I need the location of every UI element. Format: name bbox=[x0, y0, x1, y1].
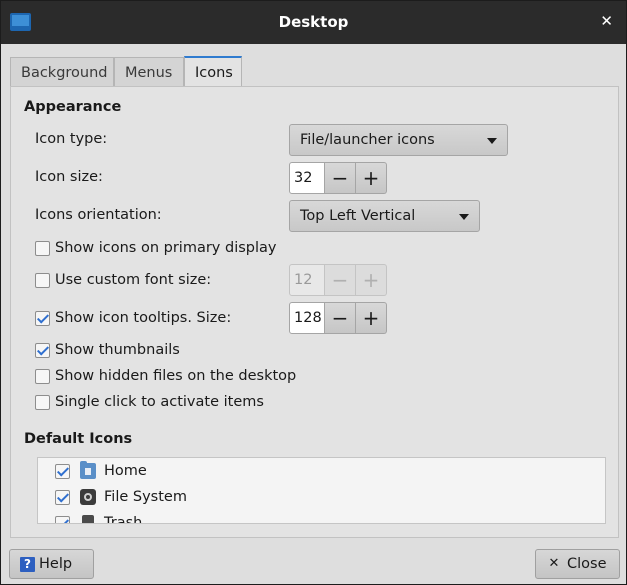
orientation-select[interactable]: Top Left Vertical bbox=[289, 200, 480, 232]
close-icon: ✕ bbox=[548, 556, 560, 571]
drive-icon bbox=[80, 489, 96, 505]
font-size-stepper: 12 − + bbox=[289, 264, 387, 296]
thumbnails-label: Show thumbnails bbox=[55, 342, 180, 358]
orientation-value: Top Left Vertical bbox=[300, 208, 416, 224]
home-checkbox[interactable] bbox=[55, 463, 70, 479]
thumbnails-checkbox[interactable] bbox=[35, 342, 50, 358]
chevron-down-icon bbox=[487, 138, 497, 144]
single-click-label: Single click to activate items bbox=[55, 394, 264, 410]
tooltips-label: Show icon tooltips. Size: bbox=[55, 310, 232, 326]
thumbnails-checkbox-row[interactable]: Show thumbnails bbox=[35, 341, 180, 359]
minus-icon: − bbox=[331, 306, 349, 330]
tooltips-checkbox-row[interactable]: Show icon tooltips. Size: bbox=[35, 309, 231, 327]
custom-font-label: Use custom font size: bbox=[55, 272, 212, 288]
tab-menus[interactable]: Menus bbox=[114, 57, 184, 87]
list-item-home[interactable]: Home bbox=[55, 460, 147, 482]
icon-type-value: File/launcher icons bbox=[300, 132, 435, 148]
list-item-trash[interactable]: Trash bbox=[55, 512, 143, 524]
icons-tab-panel: Appearance Icon type: File/launcher icon… bbox=[10, 86, 619, 538]
single-click-checkbox[interactable] bbox=[35, 394, 50, 410]
tooltips-checkbox[interactable] bbox=[35, 310, 50, 326]
default-icons-heading: Default Icons bbox=[24, 431, 133, 447]
icon-size-input[interactable]: 32 bbox=[289, 162, 325, 194]
font-size-decrement-button: − bbox=[325, 264, 356, 296]
help-button[interactable]: ? Help bbox=[9, 549, 94, 579]
hidden-files-checkbox[interactable] bbox=[35, 368, 50, 384]
icon-size-label: Icon size: bbox=[35, 169, 103, 185]
minus-icon: − bbox=[331, 166, 349, 190]
tab-icons[interactable]: Icons bbox=[184, 56, 242, 88]
close-button[interactable]: ✕ Close bbox=[535, 549, 620, 579]
window-close-icon[interactable]: ✕ bbox=[600, 12, 613, 30]
plus-icon: + bbox=[362, 268, 380, 292]
home-label: Home bbox=[104, 463, 147, 479]
plus-icon: + bbox=[362, 166, 380, 190]
hidden-files-checkbox-row[interactable]: Show hidden files on the desktop bbox=[35, 367, 296, 385]
file-system-label: File System bbox=[104, 489, 187, 505]
help-icon: ? bbox=[20, 556, 35, 572]
close-button-label: Close bbox=[567, 556, 607, 572]
tab-background[interactable]: Background bbox=[10, 57, 114, 87]
trash-label: Trash bbox=[104, 515, 143, 524]
font-size-increment-button: + bbox=[356, 264, 387, 296]
tooltip-size-input[interactable]: 128 bbox=[289, 302, 325, 334]
trash-icon bbox=[82, 515, 94, 523]
tooltip-size-decrement-button[interactable]: − bbox=[325, 302, 356, 334]
icon-type-label: Icon type: bbox=[35, 131, 108, 147]
window-title: Desktop bbox=[278, 13, 349, 31]
custom-font-checkbox-row[interactable]: Use custom font size: bbox=[35, 271, 211, 289]
help-button-label: Help bbox=[39, 556, 73, 572]
plus-icon: + bbox=[362, 306, 380, 330]
tooltip-size-stepper: 128 − + bbox=[289, 302, 387, 334]
trash-checkbox[interactable] bbox=[55, 515, 70, 523]
font-size-input: 12 bbox=[289, 264, 325, 296]
primary-display-checkbox-row[interactable]: Show icons on primary display bbox=[35, 239, 276, 257]
custom-font-checkbox[interactable] bbox=[35, 272, 50, 288]
minus-icon: − bbox=[331, 268, 349, 292]
icon-size-stepper: 32 − + bbox=[289, 162, 387, 194]
single-click-checkbox-row[interactable]: Single click to activate items bbox=[35, 393, 264, 411]
appearance-heading: Appearance bbox=[24, 99, 122, 115]
orientation-label: Icons orientation: bbox=[35, 207, 162, 223]
tooltip-size-increment-button[interactable]: + bbox=[356, 302, 387, 334]
icon-size-decrement-button[interactable]: − bbox=[325, 162, 356, 194]
chevron-down-icon bbox=[459, 214, 469, 220]
icon-type-select[interactable]: File/launcher icons bbox=[289, 124, 508, 156]
list-item-file-system[interactable]: File System bbox=[55, 486, 187, 508]
default-icons-list[interactable]: Home File System Trash bbox=[37, 457, 606, 524]
desktop-settings-window: Desktop ✕ Background Menus Icons Appeara… bbox=[0, 0, 627, 585]
file-system-checkbox[interactable] bbox=[55, 489, 70, 505]
primary-display-checkbox[interactable] bbox=[35, 240, 50, 256]
icon-size-increment-button[interactable]: + bbox=[356, 162, 387, 194]
primary-display-label: Show icons on primary display bbox=[55, 240, 277, 256]
hidden-files-label: Show hidden files on the desktop bbox=[55, 368, 297, 384]
home-folder-icon bbox=[80, 461, 96, 479]
title-bar[interactable]: Desktop ✕ bbox=[1, 1, 626, 44]
